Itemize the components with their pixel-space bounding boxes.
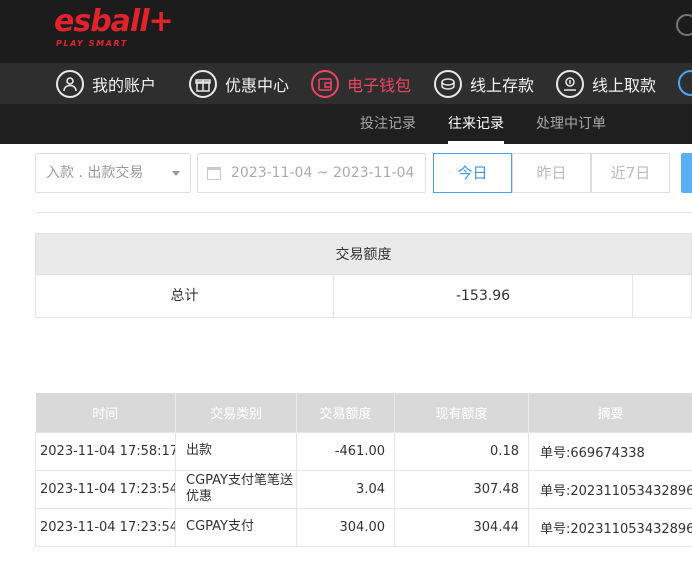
account-avatar-icon[interactable]: [676, 14, 692, 36]
cell-type: CGPAY支付: [175, 507, 297, 547]
sub-nav: 投注记录 往来记录 处理中订单: [0, 104, 692, 144]
cell-memo: 单号:669674338: [528, 431, 692, 471]
divider: [35, 212, 692, 213]
cell-time: 2023-11-04 17:58:17: [35, 431, 176, 471]
summary-header: 交易额度: [35, 233, 692, 275]
gift-icon: [189, 70, 217, 98]
user-icon: [56, 70, 84, 98]
cell-balance: 304.44: [394, 507, 529, 547]
summary-row: 总计 -153.96: [35, 275, 692, 318]
cell-type: 出款: [175, 431, 297, 471]
nav-my-account[interactable]: 我的账户: [56, 68, 156, 100]
nav-label: 优惠中心: [225, 76, 290, 95]
yesterday-button[interactable]: 昨日: [512, 153, 591, 193]
transaction-type-select[interactable]: 入款 . 出款交易: [35, 153, 191, 193]
summary-total-label: 总计: [36, 275, 334, 317]
column-header-amount: 交易额度: [296, 393, 395, 432]
summary-table: 交易额度 总计 -153.96: [35, 233, 692, 318]
esball-logo[interactable]: esball+ PLAY SMART: [54, 4, 174, 50]
column-header-memo: 摘要: [528, 393, 692, 432]
cell-amount: 3.04: [296, 469, 395, 509]
summary-total-value: -153.96: [334, 275, 633, 317]
cell-balance: 307.48: [394, 469, 529, 509]
nav-online-withdraw[interactable]: 线上取款: [556, 68, 656, 100]
column-header-balance: 现有额度: [394, 393, 529, 432]
nav-label: 我的账户: [92, 76, 157, 95]
nav-online-deposit[interactable]: 线上存款: [434, 68, 534, 100]
deposit-icon: [434, 70, 462, 98]
nav-promotions[interactable]: 优惠中心: [189, 68, 289, 100]
withdraw-icon: [556, 70, 584, 98]
main-nav: 我的账户 优惠中心 电子钱包 线上存款 线上取款: [0, 63, 692, 104]
date-range-input[interactable]: 2023-11-04 ~ 2023-11-04: [197, 153, 426, 193]
nav-label: 线上取款: [592, 76, 657, 95]
table-row: 2023-11-04 17:23:54 CGPAY支付 304.00 304.4…: [35, 507, 692, 547]
calendar-icon: [207, 167, 221, 180]
logo-wordmark: esball+: [54, 4, 174, 39]
today-button[interactable]: 今日: [433, 153, 512, 193]
wallet-icon: [311, 70, 339, 98]
records-table: 时间 交易类别 交易额度 现有额度 摘要 2023-11-04 17:58:17…: [35, 393, 692, 547]
tab-pending-orders[interactable]: 处理中订单: [536, 104, 606, 144]
nav-label: 线上存款: [470, 76, 535, 95]
cell-balance: 0.18: [394, 431, 529, 471]
cell-time: 2023-11-04 17:23:54: [35, 507, 176, 547]
logo-tagline: PLAY SMART: [56, 39, 128, 48]
cell-memo: 单号:2023110534328962: [528, 469, 692, 509]
cell-time: 2023-11-04 17:23:54: [35, 469, 176, 509]
nav-e-wallet[interactable]: 电子钱包: [311, 68, 411, 100]
cell-amount: -461.00: [296, 431, 395, 471]
column-header-type: 交易类别: [175, 393, 297, 432]
date-range-value: 2023-11-04 ~ 2023-11-04: [231, 165, 415, 181]
table-row: 2023-11-04 17:58:17 出款 -461.00 0.18 单号:6…: [35, 431, 692, 471]
column-header-time: 时间: [35, 393, 176, 432]
tab-transaction-records[interactable]: 往来记录: [448, 104, 504, 144]
search-button[interactable]: [681, 153, 692, 193]
cell-amount: 304.00: [296, 507, 395, 547]
table-row: 2023-11-04 17:23:54 CGPAY支付笔笔送优惠 3.04 30…: [35, 469, 692, 509]
chevron-down-icon: [172, 171, 180, 176]
tab-bet-records[interactable]: 投注记录: [360, 104, 416, 144]
more-nav-icon[interactable]: [678, 70, 692, 96]
nav-label: 电子钱包: [347, 76, 412, 95]
cell-memo: 单号:2023110534328962: [528, 507, 692, 547]
last-7-days-button[interactable]: 近7日: [591, 153, 670, 193]
transaction-type-value: 入款 . 出款交易: [46, 165, 144, 181]
cell-type: CGPAY支付笔笔送优惠: [175, 469, 297, 509]
table-header-row: 时间 交易类别 交易额度 现有额度 摘要: [35, 393, 692, 432]
top-brand-bar: esball+ PLAY SMART: [0, 0, 692, 63]
